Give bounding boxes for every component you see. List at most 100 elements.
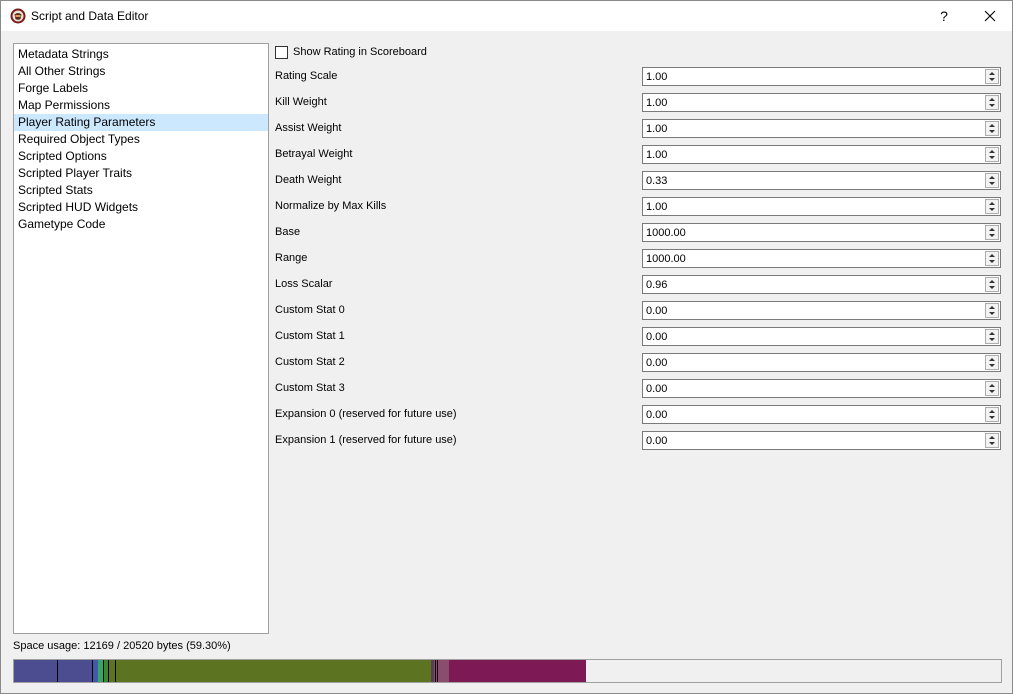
param-spinbox[interactable]: 1.00 <box>642 93 1001 112</box>
sidebar-item[interactable]: Forge Labels <box>14 80 268 97</box>
close-button[interactable] <box>967 1 1012 31</box>
param-spinbox[interactable]: 0.00 <box>642 405 1001 424</box>
spin-buttons[interactable] <box>985 95 999 110</box>
arrow-up-icon[interactable] <box>989 150 995 153</box>
arrow-down-icon[interactable] <box>989 130 995 133</box>
spin-buttons[interactable] <box>985 199 999 214</box>
arrow-up-icon[interactable] <box>989 202 995 205</box>
arrow-down-icon[interactable] <box>989 286 995 289</box>
spin-buttons[interactable] <box>985 355 999 370</box>
sidebar-item[interactable]: Map Permissions <box>14 97 268 114</box>
param-spinbox[interactable]: 0.00 <box>642 431 1001 450</box>
spin-buttons[interactable] <box>985 69 999 84</box>
spin-buttons[interactable] <box>985 381 999 396</box>
sidebar-item[interactable]: Scripted Player Traits <box>14 165 268 182</box>
arrow-down-icon[interactable] <box>989 156 995 159</box>
param-spinbox[interactable]: 1.00 <box>642 197 1001 216</box>
sidebar-item[interactable]: Scripted Stats <box>14 182 268 199</box>
param-spinbox[interactable]: 0.00 <box>642 379 1001 398</box>
sidebar-item[interactable]: Gametype Code <box>14 216 268 233</box>
arrow-down-icon[interactable] <box>989 208 995 211</box>
usage-divider <box>102 660 104 682</box>
sidebar-item[interactable]: All Other Strings <box>14 63 268 80</box>
param-spinbox[interactable]: 1.00 <box>642 67 1001 86</box>
sidebar-item[interactable]: Player Rating Parameters <box>14 114 268 131</box>
param-spinbox[interactable]: 1.00 <box>642 145 1001 164</box>
arrow-up-icon[interactable] <box>989 176 995 179</box>
param-value: 1.00 <box>646 201 668 213</box>
arrow-down-icon[interactable] <box>989 390 995 393</box>
param-row: Custom Stat 0 0.00 <box>275 301 1002 321</box>
param-spinbox[interactable]: 0.00 <box>642 327 1001 346</box>
arrow-up-icon[interactable] <box>989 124 995 127</box>
category-list[interactable]: Metadata Strings All Other Strings Forge L… <box>13 43 269 634</box>
show-rating-row[interactable]: Show Rating in Scoreboard <box>275 44 427 60</box>
spin-buttons[interactable] <box>985 147 999 162</box>
show-rating-checkbox[interactable] <box>275 45 288 59</box>
param-label: Expansion 1 (reserved for future use) <box>275 434 457 446</box>
sidebar-item[interactable]: Metadata Strings <box>14 46 268 63</box>
arrow-down-icon[interactable] <box>989 416 995 419</box>
spin-buttons[interactable] <box>985 225 999 240</box>
usage-segment <box>107 660 432 682</box>
arrow-up-icon[interactable] <box>989 228 995 231</box>
title-bar: Script and Data Editor ? <box>1 1 1012 31</box>
param-label: Loss Scalar <box>275 278 333 290</box>
arrow-up-icon[interactable] <box>989 98 995 101</box>
param-spinbox[interactable]: 0.33 <box>642 171 1001 190</box>
arrow-down-icon[interactable] <box>989 338 995 341</box>
arrow-up-icon[interactable] <box>989 72 995 75</box>
space-usage-bar <box>13 659 1002 683</box>
arrow-down-icon[interactable] <box>989 442 995 445</box>
editor-window: Script and Data Editor ? Metadata String… <box>0 0 1013 694</box>
param-value: 0.00 <box>646 435 668 447</box>
param-spinbox[interactable]: 0.00 <box>642 353 1001 372</box>
arrow-down-icon[interactable] <box>989 104 995 107</box>
spin-buttons[interactable] <box>985 303 999 318</box>
param-label: Custom Stat 0 <box>275 304 345 316</box>
arrow-up-icon[interactable] <box>989 384 995 387</box>
param-value: 1.00 <box>646 149 668 161</box>
param-row: Normalize by Max Kills 1.00 <box>275 197 1002 217</box>
arrow-down-icon[interactable] <box>989 234 995 237</box>
sidebar-item[interactable]: Scripted Options <box>14 148 268 165</box>
arrow-down-icon[interactable] <box>989 182 995 185</box>
usage-divider <box>437 660 439 682</box>
usage-segment <box>448 660 587 682</box>
spin-buttons[interactable] <box>985 121 999 136</box>
param-value: 0.00 <box>646 305 668 317</box>
param-spinbox[interactable]: 1000.00 <box>642 223 1001 242</box>
sidebar-item[interactable]: Scripted HUD Widgets <box>14 199 268 216</box>
usage-divider <box>57 660 59 682</box>
arrow-up-icon[interactable] <box>989 254 995 257</box>
arrow-up-icon[interactable] <box>989 358 995 361</box>
help-button[interactable]: ? <box>921 1 967 31</box>
spin-buttons[interactable] <box>985 329 999 344</box>
arrow-down-icon[interactable] <box>989 260 995 263</box>
arrow-up-icon[interactable] <box>989 436 995 439</box>
arrow-up-icon[interactable] <box>989 410 995 413</box>
param-label: Custom Stat 1 <box>275 330 345 342</box>
param-spinbox[interactable]: 0.96 <box>642 275 1001 294</box>
spin-buttons[interactable] <box>985 277 999 292</box>
param-value: 0.00 <box>646 409 668 421</box>
arrow-down-icon[interactable] <box>989 312 995 315</box>
param-label: Assist Weight <box>275 122 342 134</box>
sidebar-item[interactable]: Required Object Types <box>14 131 268 148</box>
app-icon <box>10 8 26 24</box>
arrow-down-icon[interactable] <box>989 364 995 367</box>
spin-buttons[interactable] <box>985 433 999 448</box>
spin-buttons[interactable] <box>985 173 999 188</box>
param-spinbox[interactable]: 1.00 <box>642 119 1001 138</box>
param-value: 1.00 <box>646 71 668 83</box>
param-spinbox[interactable]: 0.00 <box>642 301 1001 320</box>
arrow-up-icon[interactable] <box>989 280 995 283</box>
param-value: 1000.00 <box>646 227 686 239</box>
param-value: 1.00 <box>646 123 668 135</box>
arrow-up-icon[interactable] <box>989 332 995 335</box>
spin-buttons[interactable] <box>985 251 999 266</box>
arrow-up-icon[interactable] <box>989 306 995 309</box>
arrow-down-icon[interactable] <box>989 78 995 81</box>
spin-buttons[interactable] <box>985 407 999 422</box>
param-spinbox[interactable]: 1000.00 <box>642 249 1001 268</box>
